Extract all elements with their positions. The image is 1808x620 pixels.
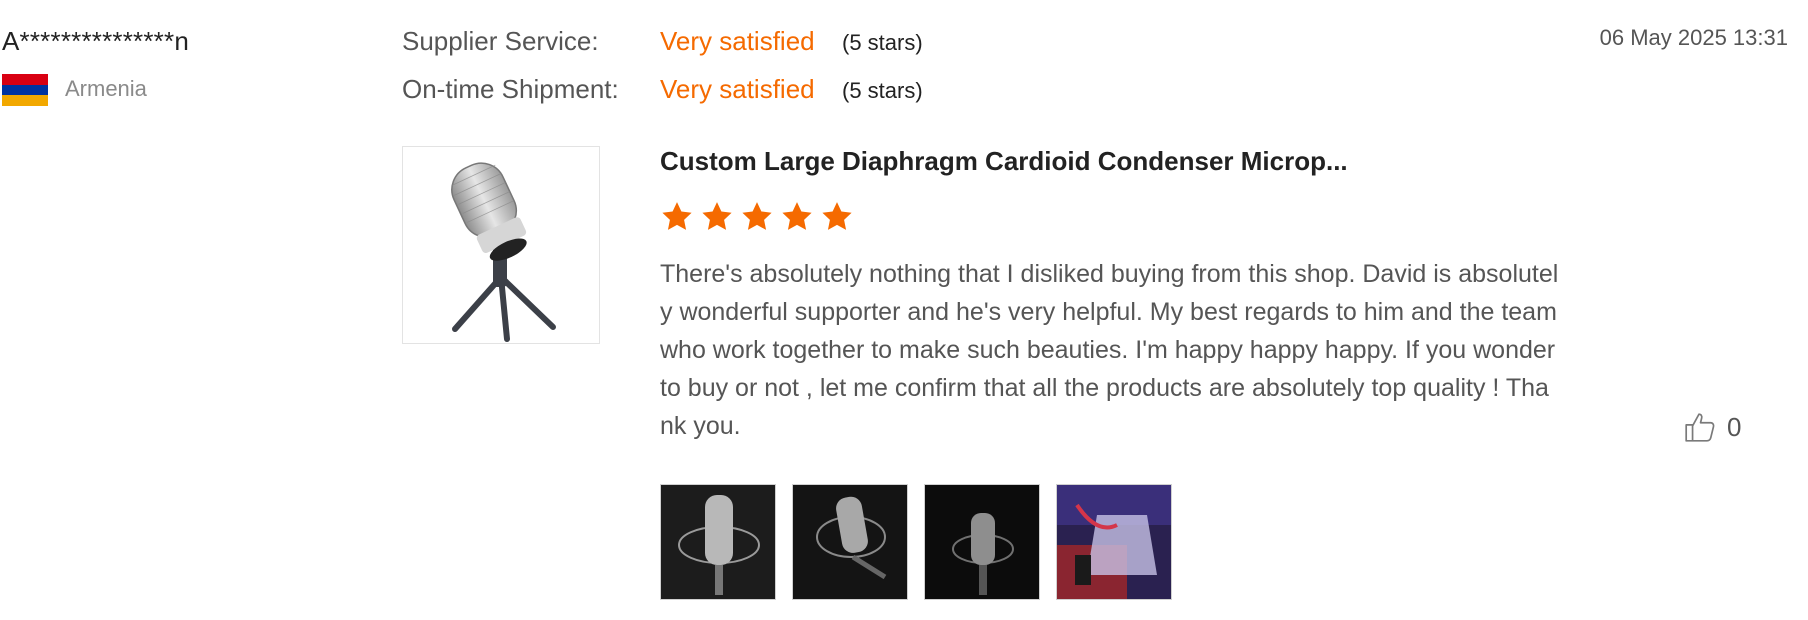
star-icon: [782, 202, 812, 230]
microphone-photo: [661, 485, 775, 599]
star-icon: [662, 202, 692, 230]
thumbs-up-icon: [1685, 413, 1715, 442]
reviewer-name: A***************n: [2, 26, 189, 56]
review-photo-1[interactable]: [660, 484, 776, 600]
star-icon: [702, 202, 732, 230]
review-date: 06 May 2025 13:31: [1599, 25, 1788, 50]
review-photo-4[interactable]: [1056, 484, 1172, 600]
supplier-service-label: Supplier Service:: [402, 26, 599, 56]
review-photos: [660, 484, 1172, 600]
star-icon: [822, 202, 852, 230]
review-photo-2[interactable]: [792, 484, 908, 600]
armenia-flag-icon: [2, 74, 48, 107]
shipment-stars-text: (5 stars): [842, 78, 923, 103]
product-thumbnail[interactable]: [402, 146, 600, 344]
supplier-service-value: Very satisfied: [660, 26, 815, 56]
microphone-photo: [793, 485, 907, 599]
like-count: 0: [1727, 411, 1742, 442]
star-icon: [742, 202, 772, 230]
review-photo-3[interactable]: [924, 484, 1040, 600]
like-button[interactable]: 0: [1683, 410, 1741, 444]
product-title-link[interactable]: Custom Large Diaphragm Cardioid Condense…: [660, 146, 1348, 177]
review-text: There's absolutely nothing that I dislik…: [660, 260, 1559, 440]
shipment-label: On-time Shipment:: [402, 74, 619, 104]
reviewer-country: Armenia: [65, 76, 147, 101]
microphone-photo: [925, 485, 1039, 599]
studio-photo: [1057, 485, 1171, 599]
shipment-value: Very satisfied: [660, 74, 815, 104]
microphone-on-stand-image: [451, 162, 556, 342]
product-rating-stars: [660, 200, 854, 234]
supplier-service-stars-text: (5 stars): [842, 30, 923, 55]
